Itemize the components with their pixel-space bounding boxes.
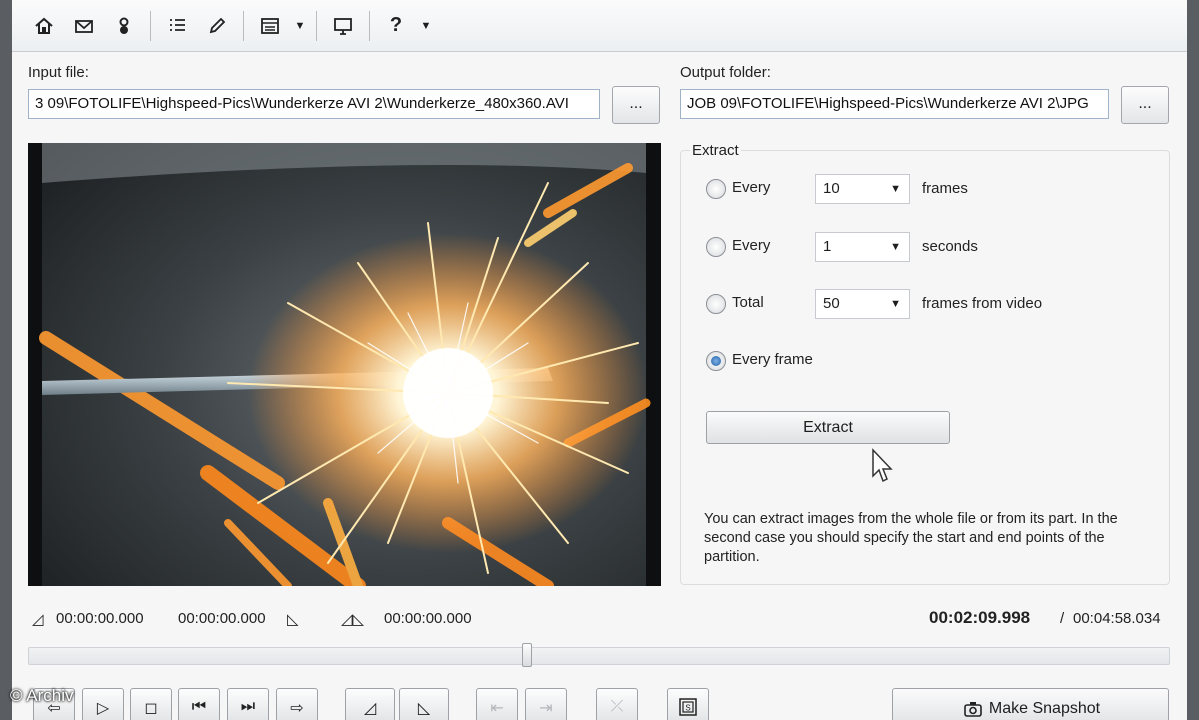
- radio-every-seconds[interactable]: [706, 237, 726, 257]
- skip-back-icon: ⏮: [191, 698, 207, 715]
- svg-text:S: S: [685, 704, 690, 713]
- go-to-start-marker-button[interactable]: ⇤: [476, 688, 518, 720]
- chevron-down-icon: ▼: [890, 241, 901, 253]
- mail-icon[interactable]: [64, 6, 104, 46]
- go-to-end-marker-button[interactable]: ⇥: [525, 688, 567, 720]
- help-icon[interactable]: ?: [376, 6, 416, 46]
- selection-marker-icon: ◿◺: [341, 611, 365, 628]
- chevron-down-icon[interactable]: ▼: [290, 20, 310, 32]
- pencil-icon[interactable]: [197, 6, 237, 46]
- clear-markers-icon: ⤫: [610, 698, 624, 715]
- option-label: Every frame: [732, 351, 813, 368]
- option-unit: seconds: [922, 238, 978, 255]
- go-to-start-button[interactable]: ⏮: [178, 688, 220, 720]
- input-file-label: Input file:: [28, 64, 89, 81]
- current-time: 00:02:09.998: [929, 608, 1031, 627]
- window-icon[interactable]: [250, 6, 290, 46]
- arrow-right-icon: ⇨: [290, 700, 304, 717]
- toolbar-separator: [369, 10, 370, 41]
- chevron-down-icon: ▼: [890, 183, 901, 195]
- toolbar: ▼ ? ▼: [12, 0, 1187, 52]
- select-value: 1: [823, 238, 832, 255]
- go-to-end-button[interactable]: ⏭: [227, 688, 269, 720]
- select-value: 50: [823, 295, 840, 312]
- toolbar-separator: [150, 10, 151, 41]
- jump-to-start-marker-icon: ⇤: [490, 700, 504, 717]
- extract-help-text: You can extract images from the whole fi…: [704, 511, 1118, 565]
- radio-total-frames[interactable]: [706, 294, 726, 314]
- user-icon[interactable]: [104, 6, 144, 46]
- extract-group-title: Extract: [690, 142, 741, 159]
- option-unit: frames: [922, 180, 968, 197]
- end-marker-icon: ◺: [417, 700, 431, 717]
- stop-icon: ◻: [144, 700, 158, 717]
- list-icon[interactable]: [157, 6, 197, 46]
- option-label: Every: [732, 237, 771, 254]
- set-end-marker-button[interactable]: ◺: [399, 688, 449, 720]
- make-snapshot-label: Make Snapshot: [988, 700, 1101, 717]
- play-button[interactable]: ▷: [82, 688, 124, 720]
- toolbar-separator: [316, 10, 317, 41]
- timeline-slider-thumb[interactable]: [521, 643, 532, 667]
- chevron-down-icon[interactable]: ▼: [416, 20, 436, 32]
- timeline-slider[interactable]: [28, 647, 1170, 665]
- watermark: © Archiv: [10, 686, 74, 705]
- option-label: Every: [732, 179, 771, 196]
- monitor-icon[interactable]: [323, 6, 363, 46]
- clear-markers-button[interactable]: ⤫: [596, 688, 638, 720]
- radio-every-frames[interactable]: [706, 179, 726, 199]
- seconds-interval-select[interactable]: 1 ▼: [815, 232, 910, 262]
- next-frame-button[interactable]: ⇨: [276, 688, 318, 720]
- stop-button[interactable]: ◻: [130, 688, 172, 720]
- option-label: Total: [732, 294, 764, 311]
- snapshot-mode-button[interactable]: S: [667, 688, 709, 720]
- jump-to-end-marker-icon: ⇥: [539, 700, 553, 717]
- total-time: 00:04:58.034: [1073, 610, 1161, 627]
- mouse-cursor-icon: [872, 448, 893, 483]
- total-frames-select[interactable]: 50 ▼: [815, 289, 910, 319]
- set-start-marker-button[interactable]: ◿: [345, 688, 395, 720]
- start-time: 00:00:00.000: [56, 610, 144, 627]
- chevron-down-icon: ▼: [890, 298, 901, 310]
- output-folder-label: Output folder:: [680, 64, 771, 81]
- sparkler-frame-image: [28, 143, 661, 586]
- frames-interval-select[interactable]: 10 ▼: [815, 174, 910, 204]
- video-preview: [28, 143, 661, 586]
- play-icon: ▷: [96, 700, 110, 717]
- extract-button[interactable]: Extract: [706, 411, 950, 444]
- input-browse-button[interactable]: ...: [612, 86, 660, 124]
- end-marker-icon: ◺: [287, 611, 299, 628]
- option-unit: frames from video: [922, 295, 1043, 312]
- end-time: 00:00:00.000: [178, 610, 266, 627]
- skip-forward-icon: ⏭: [240, 698, 256, 715]
- input-file-field[interactable]: 3 09\FOTOLIFE\Highspeed-Pics\Wunderkerze…: [28, 89, 600, 119]
- time-separator: /: [1060, 610, 1065, 627]
- snapshot-frame-icon: S: [679, 698, 697, 716]
- start-marker-icon: ◿: [363, 700, 377, 717]
- home-icon[interactable]: [24, 6, 64, 46]
- radio-every-frame[interactable]: [706, 351, 726, 371]
- select-value: 10: [823, 180, 840, 197]
- start-marker-icon: ◿: [32, 611, 44, 628]
- selection-duration: 00:00:00.000: [384, 610, 472, 627]
- output-browse-button[interactable]: ...: [1121, 86, 1169, 124]
- camera-icon: [963, 689, 983, 720]
- output-folder-field[interactable]: JOB 09\FOTOLIFE\Highspeed-Pics\Wunderker…: [680, 89, 1109, 119]
- toolbar-separator: [243, 10, 244, 41]
- make-snapshot-button[interactable]: Make Snapshot: [892, 688, 1169, 720]
